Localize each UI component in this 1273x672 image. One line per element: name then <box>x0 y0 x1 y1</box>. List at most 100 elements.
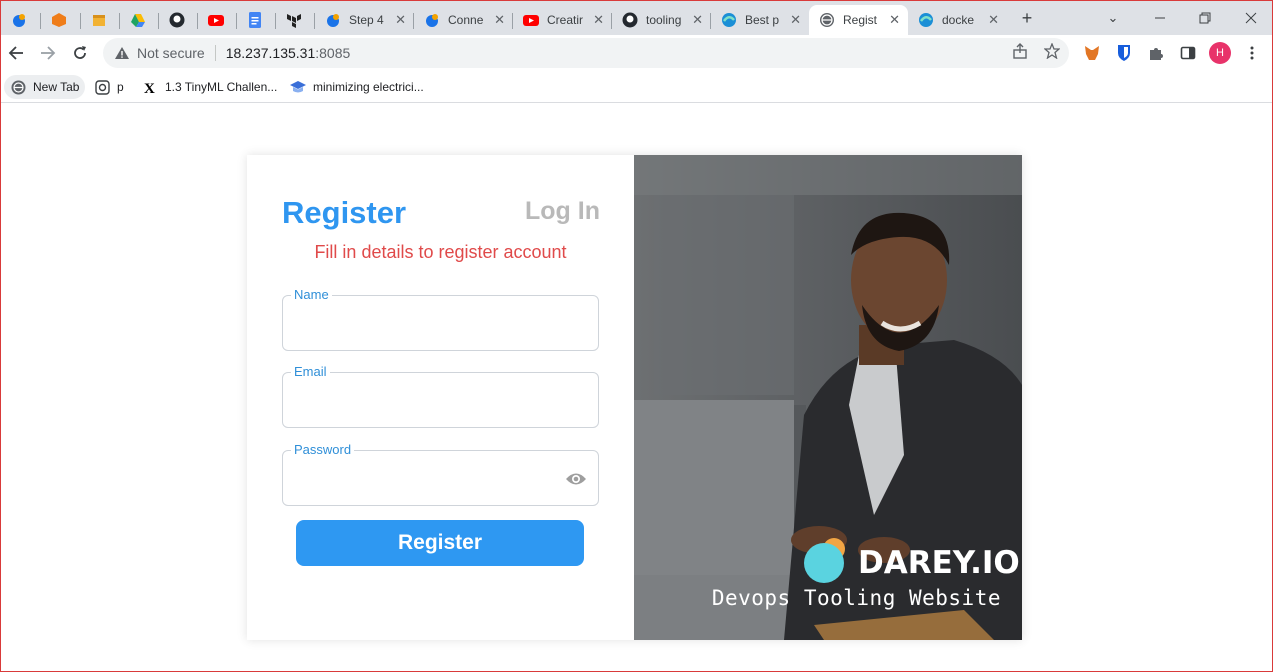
close-icon[interactable]: ✕ <box>692 12 703 28</box>
browser-toolbar: Not secure 18.237.135.31:8085 <box>1 35 1272 71</box>
terraform-icon <box>286 12 302 28</box>
new-tab-button[interactable]: + <box>1013 5 1041 31</box>
star-icon[interactable] <box>1043 42 1061 60</box>
tab-strip: Step 4 ✕ Conne ✕ Creatir ✕ tooling ✕ Bes… <box>1 1 1272 35</box>
metamask-icon[interactable] <box>1082 43 1102 63</box>
bookmark-p[interactable]: p <box>88 75 130 99</box>
tab-title: Creatir <box>547 13 583 27</box>
more-menu-icon[interactable] <box>1242 43 1262 63</box>
back-arrow-icon[interactable] <box>2 39 30 67</box>
tab-13[interactable]: Best p ✕ <box>711 5 809 35</box>
register-button[interactable]: Register <box>296 520 584 566</box>
brand-tagline: Devops Tooling Website <box>711 586 1001 610</box>
globe-icon <box>10 79 26 95</box>
tab-11[interactable]: Creatir ✕ <box>513 5 612 35</box>
tab-title: Conne <box>448 13 484 27</box>
close-icon[interactable]: ✕ <box>494 12 505 28</box>
email-input[interactable] <box>293 387 553 415</box>
url-port: :8085 <box>315 45 351 61</box>
extensions-puzzle-icon[interactable] <box>1146 43 1166 63</box>
profile-avatar[interactable]: H <box>1209 42 1231 64</box>
reload-icon[interactable] <box>66 39 94 67</box>
yellow-box-icon <box>91 12 107 28</box>
hero-image: DAREY.IO Devops Tooling Website <box>634 155 1022 640</box>
password-input[interactable] <box>293 465 553 493</box>
edge-icon <box>721 12 737 28</box>
bookmark-label: 1.3 TinyML Challen... <box>165 80 278 94</box>
security-label: Not secure <box>137 45 205 61</box>
name-field[interactable]: Name <box>282 287 599 351</box>
tab-title: Best p <box>745 13 780 27</box>
tab-5[interactable] <box>159 5 198 35</box>
name-label: Name <box>291 287 332 302</box>
bookmark-new-tab[interactable]: New Tab <box>4 75 86 99</box>
bookmark-label: New Tab <box>33 80 80 94</box>
register-title: Register <box>282 195 407 230</box>
bookmark-minimizing[interactable]: minimizing electrici... <box>284 75 430 99</box>
chevron-down-icon[interactable]: ⌄ <box>1099 5 1127 31</box>
password-field[interactable]: Password <box>282 442 599 506</box>
youtube-icon <box>523 12 539 28</box>
blue-circle-icon <box>325 12 341 28</box>
password-label: Password <box>291 442 355 457</box>
forward-arrow-icon[interactable] <box>34 39 62 67</box>
tab-7[interactable] <box>237 5 276 35</box>
divider <box>214 45 216 61</box>
edge-icon <box>918 12 934 28</box>
svg-text:X: X <box>144 81 155 95</box>
warning-icon[interactable] <box>113 46 131 60</box>
bookmarks-bar: New Tab p X 1.3 TinyML Challen... minimi… <box>1 71 1272 103</box>
tab-1[interactable] <box>1 5 41 35</box>
graduation-cap-icon <box>290 79 306 95</box>
tab-9[interactable]: Step 4 ✕ <box>315 5 414 35</box>
tab-title: tooling <box>646 13 682 27</box>
edx-icon: X <box>142 79 158 95</box>
login-link[interactable]: Log In <box>525 197 600 226</box>
email-field[interactable]: Email <box>282 364 599 428</box>
bookmark-label: p <box>117 80 124 94</box>
tab-2[interactable] <box>41 5 81 35</box>
restore-button[interactable] <box>1191 5 1219 31</box>
minimize-button[interactable] <box>1146 5 1174 31</box>
register-form: Register Log In Fill in details to regis… <box>247 155 634 640</box>
tab-12[interactable]: tooling ✕ <box>612 5 711 35</box>
instagram-icon <box>94 79 110 95</box>
blue-circle-icon <box>424 12 440 28</box>
tab-title: Regist <box>843 13 878 27</box>
tab-8[interactable] <box>276 5 315 35</box>
globe-icon <box>819 12 835 28</box>
tab-6[interactable] <box>198 5 237 35</box>
address-bar[interactable]: Not secure 18.237.135.31:8085 <box>103 38 1069 68</box>
darey-logo-icon <box>804 538 845 583</box>
tab-4[interactable] <box>120 5 159 35</box>
github-icon <box>169 12 185 28</box>
side-panel-icon[interactable] <box>1178 43 1198 63</box>
name-input[interactable] <box>293 310 553 338</box>
tab-3[interactable] <box>81 5 120 35</box>
tab-title: docke <box>942 13 975 27</box>
blue-circle-icon <box>11 12 27 28</box>
close-icon[interactable]: ✕ <box>889 12 900 28</box>
tab-15[interactable]: docke ✕ <box>908 5 1007 35</box>
github-icon <box>622 12 638 28</box>
form-subtitle: Fill in details to register account <box>314 242 567 262</box>
orange-cube-icon <box>51 12 67 28</box>
eye-icon[interactable] <box>564 469 588 489</box>
bookmark-label: minimizing electrici... <box>313 80 424 94</box>
email-label: Email <box>291 364 330 379</box>
close-icon[interactable]: ✕ <box>395 12 406 28</box>
tab-title: Step 4 <box>349 13 384 27</box>
bookmark-tinyml[interactable]: X 1.3 TinyML Challen... <box>136 75 283 99</box>
google-docs-icon <box>247 12 263 28</box>
url-host: 18.237.135.31 <box>225 45 316 61</box>
bitwarden-icon[interactable] <box>1114 43 1134 63</box>
tab-10[interactable]: Conne ✕ <box>414 5 513 35</box>
register-card: Register Log In Fill in details to regis… <box>247 155 1022 640</box>
close-window-button[interactable] <box>1237 5 1265 31</box>
close-icon[interactable]: ✕ <box>790 12 801 28</box>
google-drive-icon <box>130 12 146 28</box>
share-icon[interactable] <box>1011 42 1029 60</box>
close-icon[interactable]: ✕ <box>988 12 999 28</box>
tab-14-active[interactable]: Regist ✕ <box>809 5 908 35</box>
close-icon[interactable]: ✕ <box>593 12 604 28</box>
